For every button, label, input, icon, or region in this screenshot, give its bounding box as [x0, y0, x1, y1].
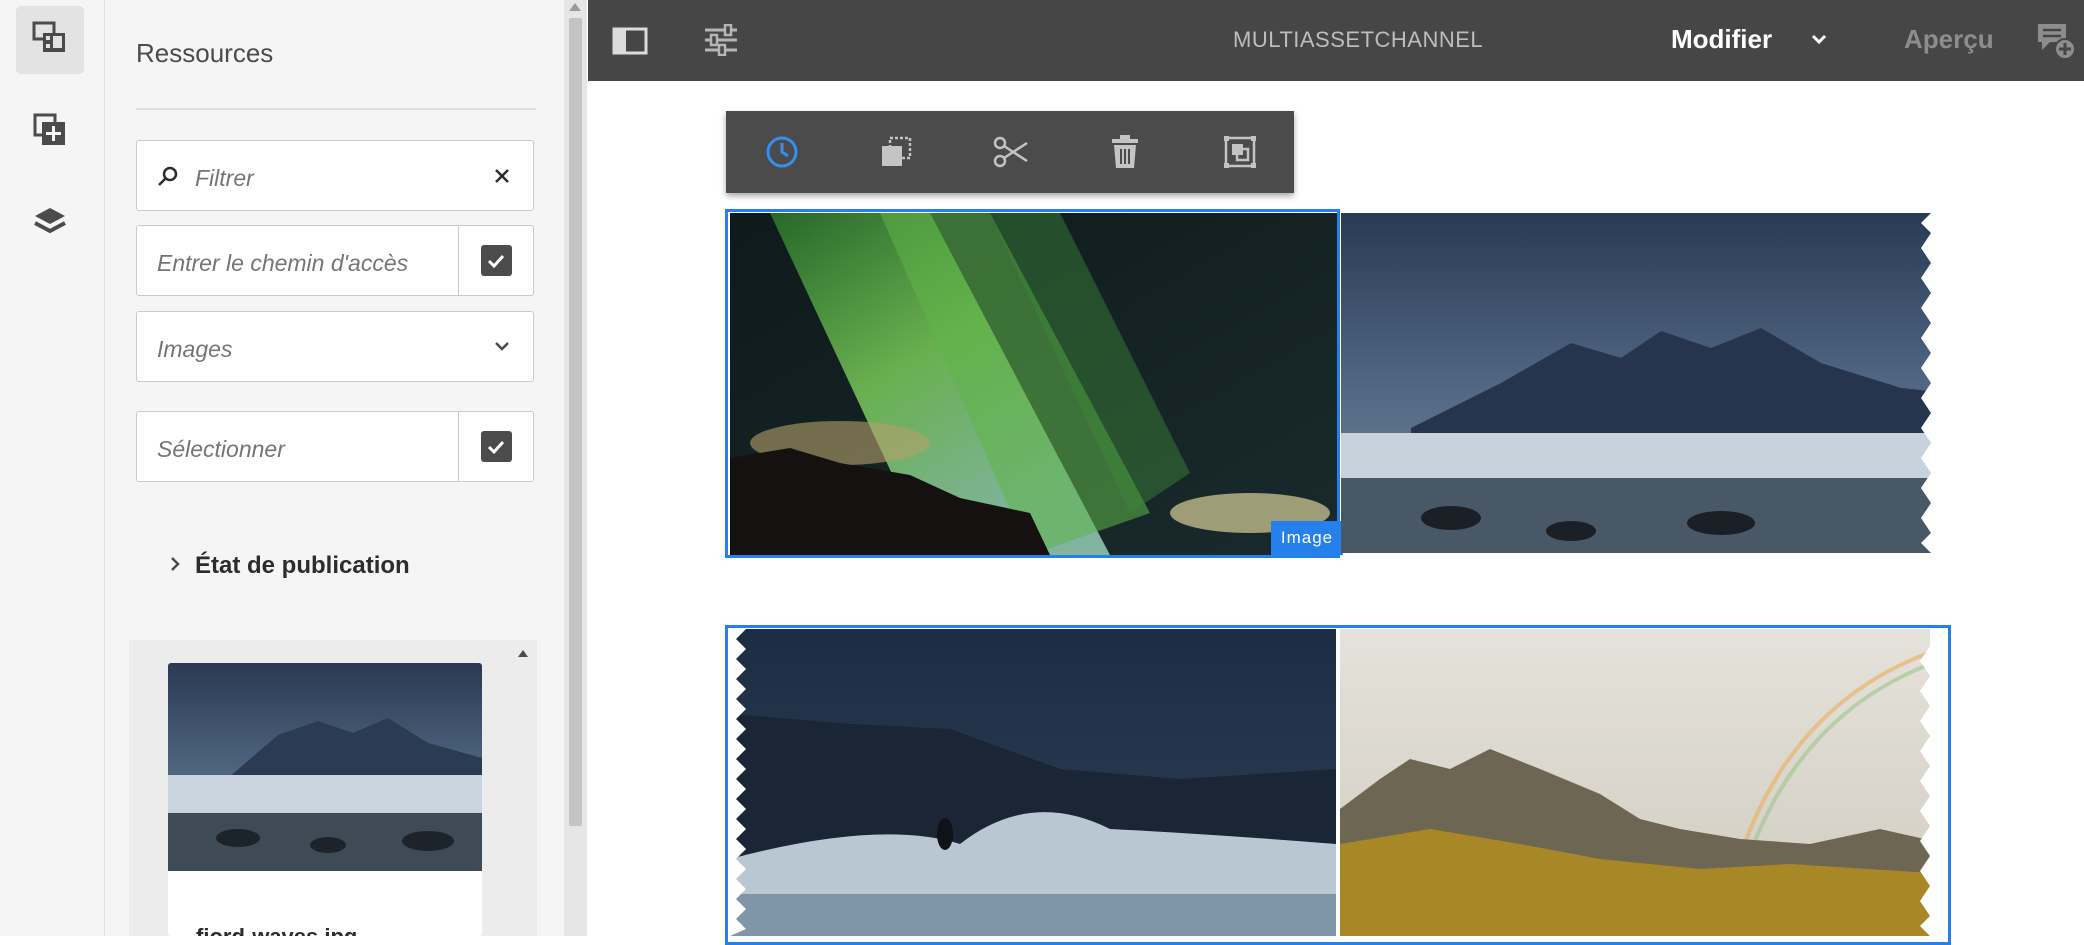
- channel-title: MULTIASSETCHANNEL: [1233, 27, 1484, 52]
- scrollbar-thumb[interactable]: [569, 18, 582, 826]
- filter-input[interactable]: Filtrer: [195, 165, 254, 192]
- asset-card[interactable]: fjord-waves.jpg: [168, 663, 482, 936]
- chevron-down-icon[interactable]: [1810, 32, 1828, 51]
- copy-icon[interactable]: [873, 129, 919, 175]
- group-icon[interactable]: [1217, 129, 1263, 175]
- layers-icon: [33, 205, 67, 244]
- page-properties-icon[interactable]: [703, 23, 739, 61]
- chevron-right-icon: [169, 552, 181, 580]
- component-label: Image: [1271, 521, 1343, 555]
- components-rail-button[interactable]: [16, 98, 84, 166]
- panel-scrollbar[interactable]: [564, 0, 587, 936]
- select-field[interactable]: Sélectionner: [136, 411, 534, 482]
- editor-canvas: Image: [588, 81, 2084, 945]
- clear-icon[interactable]: [493, 167, 511, 190]
- path-browse-button[interactable]: [458, 226, 533, 295]
- asset-type-value: Images: [157, 336, 233, 362]
- asset-thumbnail: [168, 663, 482, 871]
- delete-icon[interactable]: [1102, 129, 1148, 175]
- checkmark-icon: [480, 431, 512, 462]
- fjord-image[interactable]: [1341, 213, 1947, 553]
- layers-rail-button[interactable]: [16, 190, 84, 258]
- components-icon: [33, 113, 67, 152]
- side-rail: [0, 0, 105, 936]
- history-icon[interactable]: [759, 129, 805, 175]
- assets-rail-button[interactable]: [16, 6, 84, 74]
- chevron-down-icon: [493, 339, 511, 358]
- toggle-side-panel-icon[interactable]: [612, 27, 648, 60]
- checkmark-icon: [480, 245, 512, 276]
- search-icon: [157, 165, 179, 192]
- preview-button[interactable]: Aperçu: [1904, 24, 1994, 55]
- path-input[interactable]: Entrer le chemin d'accès: [157, 250, 408, 277]
- panel-title: Ressources: [136, 38, 274, 68]
- mode-selector[interactable]: Modifier: [1671, 24, 1772, 55]
- annotations-icon[interactable]: [2036, 22, 2076, 65]
- asset-type-select[interactable]: Images: [136, 311, 534, 382]
- path-field[interactable]: Entrer le chemin d'accès: [136, 225, 534, 296]
- cut-icon[interactable]: [988, 129, 1034, 175]
- resources-panel: Ressources Filtrer Entrer le chemin d'ac…: [105, 0, 587, 936]
- assets-icon: [32, 20, 68, 61]
- asset-card-name: fjord-waves.jpg: [196, 924, 357, 936]
- select-input[interactable]: Sélectionner: [157, 436, 285, 463]
- filter-field[interactable]: Filtrer: [136, 140, 534, 211]
- scroll-up-arrow-icon[interactable]: [569, 3, 581, 11]
- selected-container-frame: [725, 625, 1951, 945]
- panel-divider: [136, 108, 536, 110]
- publication-status-toggle[interactable]: État de publication: [169, 552, 410, 580]
- editor-topbar: MULTIASSETCHANNEL Modifier Aperçu: [588, 0, 2084, 81]
- component-toolbar: [726, 111, 1294, 193]
- select-browse-button[interactable]: [458, 412, 533, 481]
- publication-status-label: État de publication: [195, 552, 410, 579]
- selected-component-frame: [725, 209, 1340, 558]
- list-scroll-up-icon[interactable]: [518, 650, 528, 657]
